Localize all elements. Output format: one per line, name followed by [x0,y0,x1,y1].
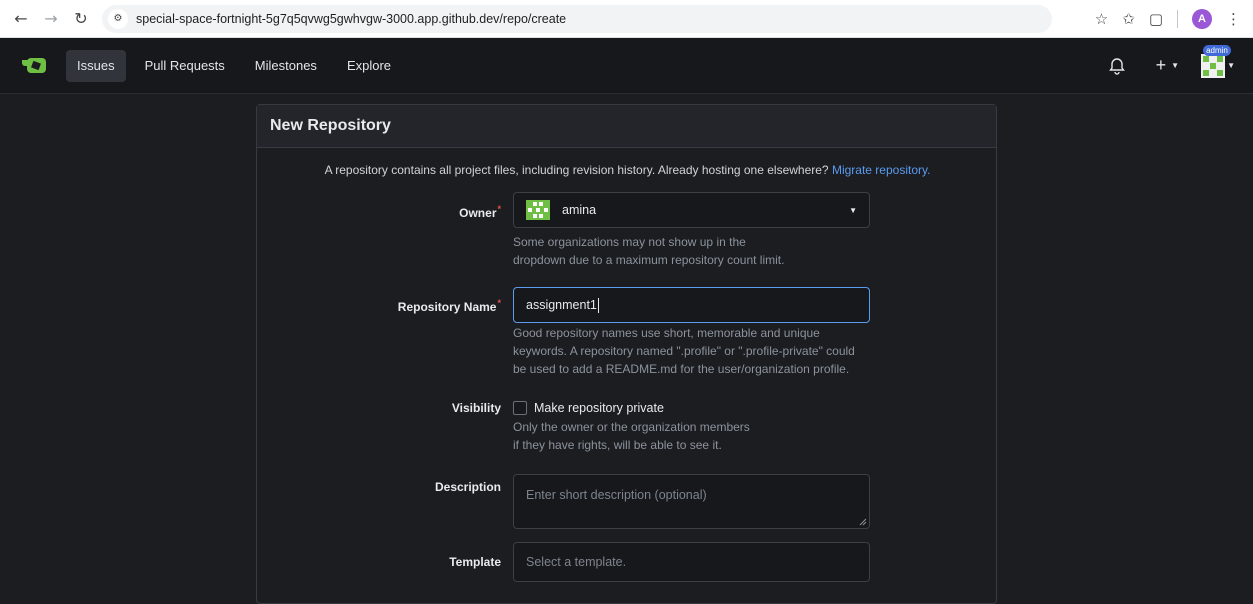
user-avatar-menu[interactable]: admin [1201,44,1231,78]
private-checkbox-label[interactable]: Make repository private [534,401,664,415]
extensions-icon[interactable]: ✩ [1122,10,1135,28]
visibility-label: Visibility [451,401,501,415]
private-checkbox[interactable] [513,401,527,415]
browser-profile-avatar[interactable]: A [1192,8,1212,29]
intro-text: A repository contains all project files,… [324,163,931,177]
site-info-icon[interactable]: ⚙ [108,8,128,29]
admin-badge: admin [1203,44,1231,56]
tab-search-icon[interactable]: ▢ [1149,10,1163,28]
notification-bell-icon[interactable] [1108,57,1126,75]
chevron-down-icon: ▼ [1171,61,1180,70]
reload-icon[interactable]: ↻ [66,4,96,34]
nav-issues[interactable]: Issues [66,49,126,82]
page-title: New Repository [257,105,996,148]
chevron-down-icon[interactable]: ▼ [1227,61,1235,70]
owner-value: amina [562,203,597,217]
app-navbar: Issues Pull Requests Milestones Explore … [0,38,1253,94]
repo-name-input[interactable]: assignment1 [513,287,870,323]
address-bar[interactable]: ⚙ special-space-fortnight-5g7q5qvwg5gwhv… [102,4,1052,33]
browser-toolbar: ← → ↻ ⚙ special-space-fortnight-5g7q5qvw… [0,0,1253,38]
repo-name-label: Repository Name* [397,298,501,314]
owner-select[interactable]: amina ▼ [513,192,870,228]
nav-pull-requests[interactable]: Pull Requests [134,50,236,82]
owner-help: Some organizations may not show up in th… [513,235,785,267]
template-select[interactable]: Select a template. [513,542,870,582]
plus-icon: + [1155,55,1167,75]
visibility-help: Only the owner or the organization membe… [513,420,750,452]
owner-label: Owner* [459,204,501,220]
description-textarea[interactable]: Enter short description (optional) [513,474,870,529]
bookmark-star-icon[interactable]: ☆ [1095,10,1108,28]
repo-name-help: Good repository names use short, memorab… [513,326,855,376]
new-repository-form: New Repository A repository contains all… [256,104,997,604]
toolbar-divider [1177,9,1178,28]
create-new-menu[interactable]: + ▼ [1156,55,1179,76]
chevron-down-icon: ▼ [849,205,857,215]
back-icon[interactable]: ← [6,4,36,34]
template-placeholder: Select a template. [526,555,627,569]
gitea-logo-icon[interactable] [20,57,50,75]
description-label: Description [434,480,501,494]
template-label: Template [449,555,501,569]
resize-grip-icon[interactable] [859,518,867,526]
more-menu-icon[interactable]: ⋮ [1226,10,1241,28]
owner-avatar [526,200,550,220]
description-placeholder: Enter short description (optional) [526,488,707,502]
migrate-repository-link[interactable]: Migrate repository. [832,163,930,177]
url-text: special-space-fortnight-5g7q5qvwg5gwhvgw… [136,11,567,26]
nav-explore[interactable]: Explore [336,50,402,82]
nav-milestones[interactable]: Milestones [244,50,328,82]
repo-name-value: assignment1 [526,298,597,312]
forward-icon[interactable]: → [36,4,66,34]
text-cursor [597,297,599,313]
